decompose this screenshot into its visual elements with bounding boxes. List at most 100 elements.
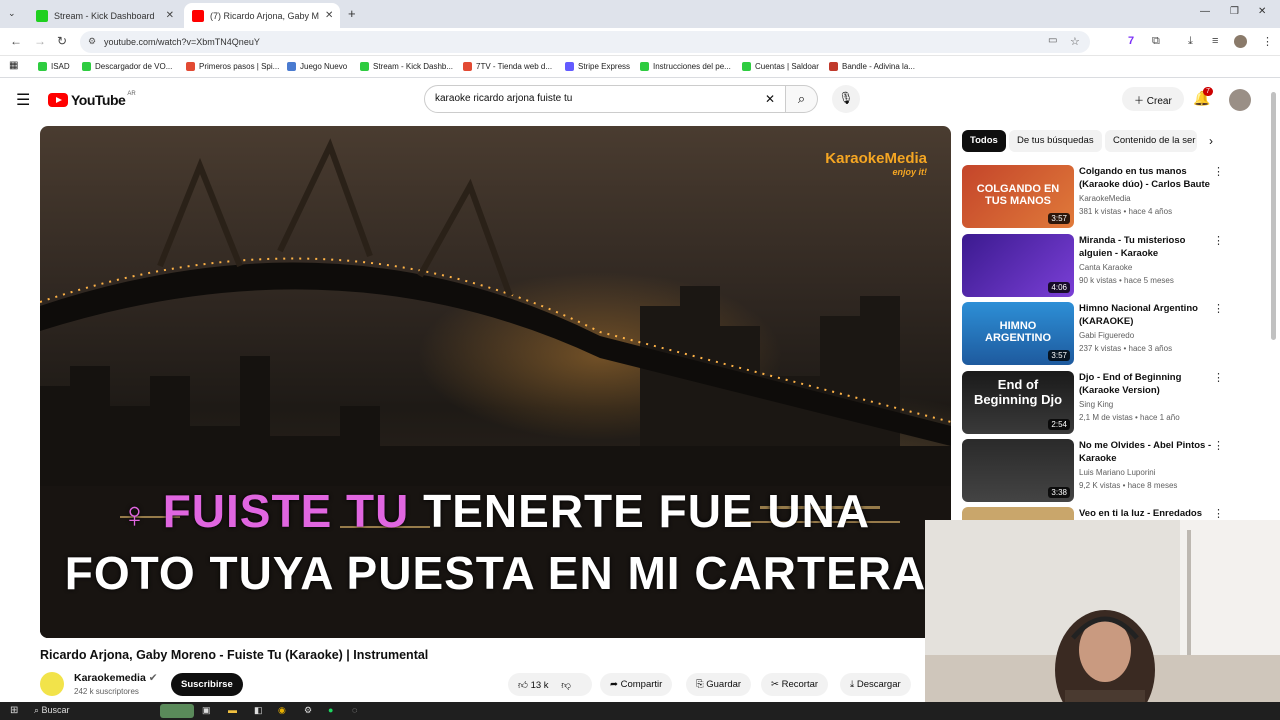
menu-icon[interactable]: ⋮: [1262, 35, 1273, 48]
bookmark-item[interactable]: Stream - Kick Dashb...: [360, 62, 453, 71]
cast-icon[interactable]: ▭: [1048, 35, 1057, 46]
like-button[interactable]: 👍︎ 13 k: [518, 680, 549, 691]
bookmark-star-icon[interactable]: ☆: [1070, 35, 1080, 48]
tab-list-icon[interactable]: ⌄: [8, 8, 16, 19]
youtube-logo[interactable]: YouTube AR: [48, 91, 136, 108]
more-options-icon[interactable]: ⋮: [1213, 302, 1224, 315]
profile-avatar[interactable]: [1234, 35, 1247, 48]
more-options-icon[interactable]: ⋮: [1213, 439, 1224, 452]
chrome-icon[interactable]: ◉: [278, 705, 286, 716]
download-icon[interactable]: ⤓: [1188, 35, 1193, 48]
video-thumbnail[interactable]: [962, 507, 1074, 520]
extensions-icon[interactable]: ⧉: [1152, 35, 1160, 48]
clip-button[interactable]: ✂ Recortar: [761, 673, 829, 696]
minimize-icon[interactable]: —: [1200, 6, 1210, 17]
more-options-icon[interactable]: ⋮: [1213, 507, 1224, 520]
windows-start-icon[interactable]: ⊞: [10, 705, 18, 716]
bookmark-item[interactable]: Juego Nuevo: [287, 62, 347, 71]
site-info-icon[interactable]: ⚙: [88, 36, 96, 47]
app-icon[interactable]: ◌: [352, 705, 357, 715]
rec-title: Miranda - Tu misterioso alguien - Karaok…: [1079, 235, 1186, 259]
7tv-extension-icon[interactable]: 7: [1128, 35, 1134, 47]
app-icon[interactable]: ⚙: [304, 705, 312, 716]
chip-series-content[interactable]: Contenido de la ser: [1105, 130, 1197, 152]
video-thumbnail[interactable]: 4:06: [962, 234, 1074, 297]
account-avatar[interactable]: [1229, 89, 1251, 111]
voice-search-button[interactable]: 🎙: [832, 85, 860, 113]
bookmark-item[interactable]: Instrucciones del pe...: [640, 62, 731, 71]
singer-female-icon: ♀: [120, 494, 149, 535]
search-button[interactable]: ⌕: [786, 85, 818, 113]
task-view-icon[interactable]: ▣: [202, 705, 211, 716]
bookmark-item[interactable]: Descargador de VO...: [82, 62, 172, 71]
rec-channel: Canta Karaoke: [1079, 263, 1133, 272]
maximize-icon[interactable]: ❐: [1230, 6, 1239, 17]
chip-from-searches[interactable]: De tus búsquedas: [1009, 130, 1102, 152]
bookmark-item[interactable]: Bandle - Adivina la...: [829, 62, 915, 71]
bookmark-item[interactable]: ISAD: [38, 62, 70, 71]
share-button[interactable]: ➦ Compartir: [600, 673, 673, 696]
search-input[interactable]: karaoke ricardo arjona fuiste tu ✕: [424, 85, 786, 113]
recommended-video[interactable]: End of Beginning Djo 2:54 Djo - End of B…: [962, 371, 1224, 435]
kick-favicon-icon: [36, 9, 48, 22]
store-icon[interactable]: ◧: [254, 705, 263, 716]
download-button[interactable]: ⤓ Descargar: [840, 673, 911, 696]
more-options-icon[interactable]: ⋮: [1213, 371, 1224, 384]
reload-icon[interactable]: ↻: [57, 34, 67, 48]
rec-meta: 2,1 M de vistas • hace 1 año: [1079, 413, 1180, 422]
channel-name[interactable]: Karaokemedia ✔: [74, 672, 158, 684]
forward-icon[interactable]: →: [34, 34, 46, 48]
more-options-icon[interactable]: ⋮: [1213, 165, 1224, 178]
spotify-icon[interactable]: ●: [328, 705, 333, 715]
video-thumbnail[interactable]: End of Beginning Djo 2:54: [962, 371, 1074, 434]
media-control-icon[interactable]: ≡: [1212, 35, 1218, 47]
bookmark-favicon-icon: [287, 62, 296, 71]
more-options-icon[interactable]: ⋮: [1213, 234, 1224, 247]
rec-title: Himno Nacional Argentino (KARAOKE): [1079, 303, 1198, 327]
youtube-header: ☰ YouTube AR karaoke ricardo arjona fuis…: [0, 78, 1280, 122]
subscribe-button[interactable]: Suscribirse: [171, 673, 243, 696]
bookmark-item[interactable]: Primeros pasos | Spi...: [186, 62, 279, 71]
webcam-overlay: [925, 520, 1280, 702]
page-scrollbar[interactable]: [1271, 92, 1276, 340]
url-field[interactable]: ⚙ youtube.com/watch?v=XbmTN4QneuY ☆ ▭: [80, 31, 1090, 53]
thumbnail-text: End of Beginning Djo: [973, 377, 1063, 407]
clear-search-icon[interactable]: ✕: [765, 92, 775, 106]
hamburger-menu-icon[interactable]: ☰: [16, 90, 30, 110]
close-window-icon[interactable]: ✕: [1258, 6, 1266, 17]
channel-avatar[interactable]: [40, 672, 64, 696]
apps-grid-icon[interactable]: ▦: [9, 60, 18, 71]
chip-all[interactable]: Todos: [962, 130, 1006, 152]
like-dislike-group: 👍︎ 13 k 👎︎: [508, 673, 592, 696]
recommended-video[interactable]: HIMNO ARGENTINO 3:57 Himno Nacional Arge…: [962, 302, 1224, 366]
recommended-video[interactable]: 4:06 Miranda - Tu misterioso alguien - K…: [962, 234, 1224, 298]
bookmark-item[interactable]: Cuentas | Saldoar: [742, 62, 819, 71]
back-icon[interactable]: ←: [10, 34, 22, 48]
create-button[interactable]: ＋ Crear: [1122, 87, 1184, 111]
video-thumbnail[interactable]: COLGANDO EN TUS MANOS 3:57: [962, 165, 1074, 228]
video-thumbnail[interactable]: 3:38: [962, 439, 1074, 502]
file-explorer-icon[interactable]: ▬: [228, 705, 237, 715]
recommended-video[interactable]: Veo en ti la luz - Enredados ⋮: [962, 507, 1224, 520]
recommended-video[interactable]: 3:38 No me Olvides - Abel Pintos - Karao…: [962, 439, 1224, 503]
close-tab-icon[interactable]: ✕: [319, 10, 333, 21]
tab-kick-dashboard[interactable]: Stream - Kick Dashboard ✕: [28, 3, 182, 28]
logo-text: YouTube: [71, 92, 126, 108]
tab-youtube[interactable]: (7) Ricardo Arjona, Gaby M ✕: [184, 3, 340, 28]
bookmark-favicon-icon: [186, 62, 195, 71]
taskbar-search[interactable]: ⌕ Buscar: [34, 705, 70, 716]
bookmark-item[interactable]: 7TV - Tienda web d...: [463, 62, 552, 71]
bookmark-favicon-icon: [82, 62, 91, 71]
dislike-button[interactable]: 👎︎: [561, 680, 571, 691]
browser-tab-bar: ⌄ Stream - Kick Dashboard ✕ (7) Ricardo …: [0, 0, 1280, 28]
chevron-right-icon[interactable]: ›: [1209, 134, 1213, 148]
save-button[interactable]: ⎘ Guardar: [686, 673, 752, 696]
widgets-icon[interactable]: [160, 704, 194, 718]
video-player[interactable]: KaraokeMedia enjoy it! ♀ FUISTE TU TENER…: [40, 126, 951, 638]
video-thumbnail[interactable]: HIMNO ARGENTINO 3:57: [962, 302, 1074, 365]
new-tab-button[interactable]: +: [348, 6, 356, 21]
address-bar-row: ← → ↻ ⚙ youtube.com/watch?v=XbmTN4QneuY …: [0, 28, 1280, 56]
recommended-video[interactable]: COLGANDO EN TUS MANOS 3:57 Colgando en t…: [962, 165, 1224, 229]
close-tab-icon[interactable]: ✕: [160, 10, 174, 21]
bookmark-item[interactable]: Stripe Express: [565, 62, 630, 71]
